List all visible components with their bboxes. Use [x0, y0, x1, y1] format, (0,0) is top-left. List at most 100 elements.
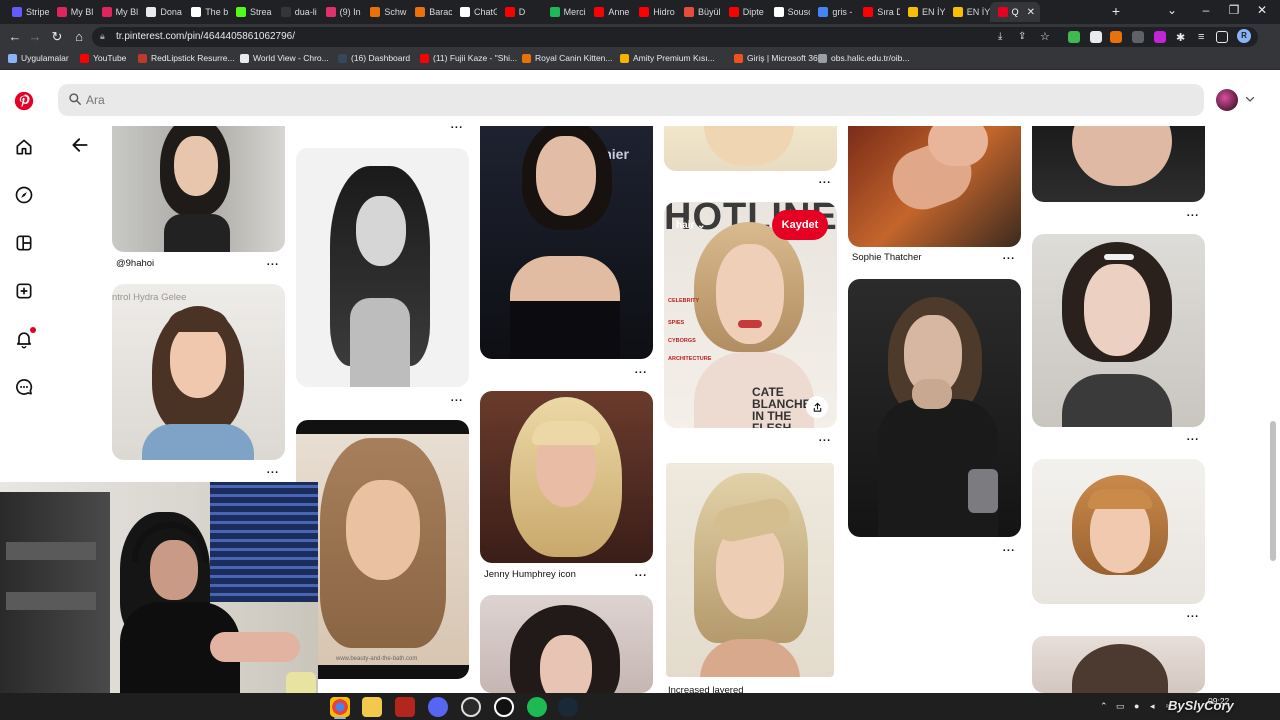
extension-shield-icon[interactable] — [1068, 31, 1080, 43]
page-scrollbar[interactable] — [1270, 421, 1276, 561]
more-options-icon[interactable]: ··· — [817, 436, 833, 447]
browser-tab[interactable]: dua-li — [273, 2, 318, 22]
board-selector[interactable]: hair ⌄ — [676, 220, 706, 231]
pin-card[interactable]: ntrol Hydra Gelee — [112, 284, 285, 460]
browser-tab[interactable]: Merci — [542, 2, 587, 22]
more-options-icon[interactable]: ··· — [1185, 211, 1201, 222]
browser-tab[interactable]: (9) In — [318, 2, 363, 22]
pin-title[interactable]: @9hahoi — [116, 258, 154, 269]
extension-fox-icon[interactable] — [1110, 31, 1122, 43]
side-panel-icon[interactable] — [1216, 31, 1228, 43]
browser-tab[interactable]: Dona — [138, 2, 183, 22]
bookmark-item[interactable]: YouTube — [80, 53, 126, 63]
pin-title[interactable]: Jenny Humphrey icon — [484, 569, 576, 580]
more-options-icon[interactable]: ··· — [265, 468, 281, 479]
browser-tab[interactable]: Sıra D — [855, 2, 900, 22]
new-tab-button[interactable]: + — [1108, 3, 1124, 19]
streaming-app-icon[interactable] — [395, 697, 415, 717]
browser-tab[interactable]: EN İY — [900, 2, 945, 22]
pin-card[interactable] — [296, 148, 469, 387]
spotify-icon[interactable] — [527, 697, 547, 717]
save-button[interactable]: Kaydet — [772, 210, 828, 240]
extension-purple-icon[interactable] — [1154, 31, 1166, 43]
address-bar[interactable]: 🔒︎ tr.pinterest.com/pin/464440586106​279… — [92, 27, 1258, 47]
browser-tab[interactable]: My Bl — [49, 2, 94, 22]
back-arrow-icon[interactable] — [70, 135, 90, 155]
browser-tab[interactable]: Q ✕ — [989, 2, 1040, 22]
boards-icon[interactable] — [14, 233, 34, 253]
pin-card[interactable] — [664, 126, 837, 171]
pin-card[interactable] — [1032, 126, 1205, 202]
chevron-down-icon[interactable] — [1244, 93, 1256, 105]
reading-list-icon[interactable]: ≡ — [1198, 31, 1210, 43]
reload-icon[interactable]: ↻ — [48, 28, 66, 46]
browser-tab[interactable]: Stripe — [4, 2, 49, 22]
bookmark-item[interactable]: Uygulamalar — [8, 53, 69, 63]
create-plus-icon[interactable] — [14, 281, 34, 301]
steam-icon[interactable] — [558, 697, 578, 717]
chrome-taskbar-icon[interactable] — [330, 697, 350, 717]
pin-card[interactable] — [1032, 636, 1205, 693]
more-options-icon[interactable]: ··· — [449, 396, 465, 407]
more-options-icon[interactable]: ··· — [1185, 612, 1201, 623]
more-options-icon[interactable]: ··· — [817, 178, 833, 189]
home-nav-icon[interactable] — [14, 137, 34, 157]
browser-tab[interactable]: Büyül — [676, 2, 721, 22]
share-button[interactable] — [806, 396, 828, 418]
microphone-icon[interactable]: ● — [1134, 701, 1139, 711]
bookmark-item[interactable]: (11) Fujii Kaze - "Shi... — [420, 53, 517, 63]
browser-tab[interactable]: gris - — [810, 2, 855, 22]
browser-tab[interactable]: The b — [183, 2, 228, 22]
more-options-icon[interactable]: ··· — [1001, 254, 1017, 265]
close-tab-icon[interactable]: ✕ — [1027, 7, 1035, 18]
browser-tab[interactable]: Anne — [586, 2, 631, 22]
more-options-icon[interactable]: ··· — [1001, 546, 1017, 557]
forward-icon[interactable]: → — [26, 28, 44, 46]
pin-title[interactable]: Increased layered — [668, 685, 744, 693]
pinterest-logo-icon[interactable] — [14, 91, 34, 111]
tray-expand-icon[interactable]: ⌃ — [1100, 701, 1108, 712]
pin-card[interactable]: arnier — [480, 126, 653, 359]
browser-tab[interactable]: Dipte — [721, 2, 766, 22]
bookmark-item[interactable]: Royal Canin Kitten... — [522, 53, 612, 63]
browser-tab[interactable]: Schw — [362, 2, 407, 22]
network-icon[interactable]: ▭ — [1116, 701, 1125, 712]
bookmark-item[interactable]: World View - Chro... — [240, 53, 329, 63]
more-options-icon[interactable]: ··· — [633, 571, 649, 582]
browser-tab[interactable]: D — [497, 2, 542, 22]
pin-card[interactable] — [848, 279, 1021, 537]
pin-card[interactable] — [480, 391, 653, 563]
browser-tab[interactable]: My Bl — [94, 2, 139, 22]
bookmark-star-icon[interactable]: ☆ — [1040, 30, 1052, 43]
pin-title[interactable]: Sophie Thatcher — [852, 252, 922, 263]
search-input[interactable] — [86, 84, 1186, 116]
app-icon[interactable] — [494, 697, 514, 717]
browser-tab[interactable]: Strea — [228, 2, 273, 22]
profile-avatar[interactable]: R — [1237, 29, 1251, 43]
install-icon[interactable]: ⤓ — [998, 31, 1010, 43]
bookmark-item[interactable]: Amity Premium Kısı... — [620, 53, 715, 63]
bookmark-item[interactable]: (16) Dashboard — [338, 53, 410, 63]
more-options-icon[interactable]: ··· — [633, 368, 649, 379]
pin-card[interactable] — [112, 126, 285, 252]
obs-icon[interactable] — [461, 697, 481, 717]
pin-card[interactable] — [848, 126, 1021, 247]
browser-tab[interactable]: ChatG — [452, 2, 497, 22]
bookmark-item[interactable]: obs.halic.edu.tr/oib... — [818, 53, 909, 63]
more-options-icon[interactable]: ··· — [449, 123, 465, 134]
url-text[interactable]: tr.pinterest.com/pin/464440586106​2796/ — [116, 31, 295, 42]
minimize-button[interactable]: – — [1196, 3, 1216, 17]
browser-tab[interactable]: Sousc — [766, 2, 810, 22]
search-bar[interactable] — [58, 84, 1204, 116]
share-page-icon[interactable]: ⇪ — [1018, 31, 1030, 43]
explore-compass-icon[interactable] — [14, 185, 34, 205]
extensions-puzzle-icon[interactable]: ✱ — [1176, 31, 1188, 44]
pin-card[interactable]: www.beauty-and-the-bath.com — [296, 420, 469, 679]
tab-search-icon[interactable]: ⌄ — [1162, 3, 1182, 17]
file-explorer-icon[interactable] — [362, 697, 382, 717]
bookmark-item[interactable]: RedLipstick Resurre... — [138, 53, 235, 63]
browser-tab[interactable]: Hidro — [631, 2, 676, 22]
bookmark-item[interactable]: Giriş | Microsoft 365 — [734, 53, 822, 63]
discord-icon[interactable] — [428, 697, 448, 717]
pin-card[interactable] — [1032, 459, 1205, 604]
